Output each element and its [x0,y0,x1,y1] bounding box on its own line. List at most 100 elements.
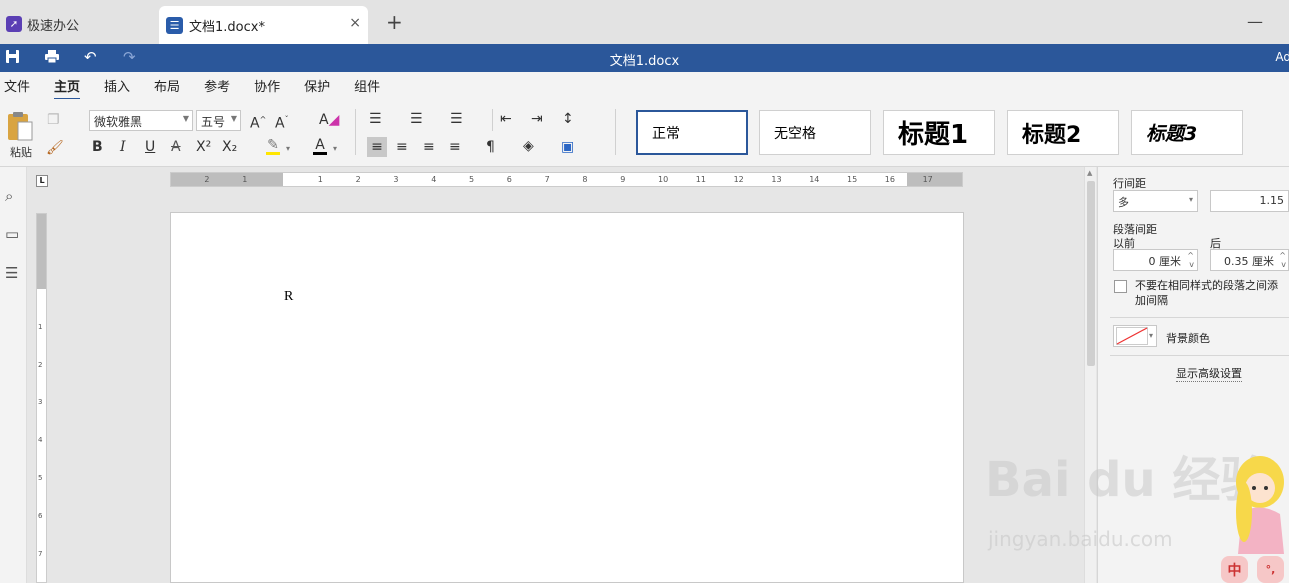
ruler-margin-left [171,173,283,186]
account-label[interactable]: Ad [1275,50,1289,64]
menu-collaborate[interactable]: 协作 [254,72,280,99]
line-spacing-value-field[interactable]: 1.15 [1210,190,1289,212]
menu-home[interactable]: 主页 [54,72,81,100]
tab-app[interactable]: ➚ 极速办公 [0,8,152,40]
divider [1110,355,1289,356]
subscript-button[interactable]: X₂ [222,139,237,155]
strikethrough-button[interactable]: A [171,139,181,155]
menu-references[interactable]: 参考 [204,72,230,99]
superscript-button[interactable]: X² [196,139,211,155]
clear-format-icon[interactable]: A◢ [319,112,339,128]
window-title: 文档1.docx [609,54,680,69]
scrollbar-thumb[interactable] [1087,181,1095,366]
tab-document-label: 文档1.docx* [189,19,265,35]
align-left-icon[interactable]: ≡ [367,137,387,157]
paste-button[interactable] [6,111,34,147]
numbered-list-icon[interactable]: ☰ [410,111,423,127]
ruler-number: 1 [38,322,43,331]
style-heading1[interactable]: 标题1 [883,110,995,155]
tab-app-label: 极速办公 [27,18,80,34]
line-spacing-mode-select[interactable]: 多 ▾ [1113,190,1198,212]
spacing-after-field[interactable]: 0.35 厘米 ^ v [1210,249,1289,271]
spinner-icon[interactable]: ^ v [1187,251,1194,269]
shading-icon[interactable]: ◈ [523,138,534,154]
document-text[interactable]: R [284,289,293,305]
increase-indent-icon[interactable]: ⇥ [531,111,543,127]
underline-button[interactable]: U [145,139,155,155]
ime-punctuation-button[interactable]: °, [1257,556,1284,583]
paragraph-mark-icon[interactable]: ¶ [486,139,495,155]
line-spacing-mode-value: 多 [1118,196,1129,209]
ruler-number: 5 [38,474,43,482]
tab-stop-selector[interactable]: L [36,175,48,187]
chevron-down-icon: ▾ [1188,195,1193,204]
ruler-number: 5 [469,175,475,184]
style-heading2[interactable]: 标题2 [1007,110,1119,155]
align-right-icon[interactable]: ≡ [423,139,435,155]
chevron-down-icon[interactable]: ▾ [286,141,290,157]
ruler-number: 3 [393,175,399,184]
menu-file[interactable]: 文件 [4,72,30,99]
style-no-spacing[interactable]: 无空格 [759,110,871,155]
vertical-scrollbar[interactable]: ▲ [1084,167,1096,583]
ruler-number: 10 [658,175,669,184]
search-icon[interactable]: ⌕ [5,187,13,205]
clipboard-icon [8,112,33,141]
scroll-up-icon[interactable]: ▲ [1087,169,1092,177]
menu-insert[interactable]: 插入 [104,72,130,99]
ruler-number: 6 [38,511,43,520]
menu-protect[interactable]: 保护 [304,72,330,99]
menu-layout[interactable]: 布局 [154,72,180,99]
navigation-icon[interactable]: ☰ [5,264,18,282]
document-icon: ☰ [166,16,183,34]
document-page[interactable]: R [170,212,964,583]
justify-icon[interactable]: ≡ [449,139,461,155]
align-center-icon[interactable]: ≡ [396,139,408,155]
decrease-font-icon[interactable]: Aˇ [275,112,289,132]
multilevel-list-icon[interactable]: ☰ [450,111,463,127]
bullet-list-icon[interactable]: ☰ [369,111,382,127]
background-color-label: 背景颜色 [1166,332,1210,345]
ruler-number: 8 [582,175,588,184]
format-painter-icon[interactable]: 🖌 [46,140,64,156]
paste-label: 粘贴 [10,146,32,159]
spinner-icon[interactable]: ^ v [1279,251,1286,269]
ruler-number: 1 [317,175,323,184]
same-style-checkbox[interactable] [1114,280,1127,293]
highlight-button[interactable]: ✎ [266,137,280,155]
vertical-ruler[interactable]: 1 2 3 4 5 6 7 [36,213,47,583]
style-normal[interactable]: 正常 [636,110,748,155]
tab-document[interactable]: ☰ 文档1.docx* × [159,6,368,44]
font-name-select[interactable]: 微软雅黑 ▼ [89,110,193,131]
copy-icon[interactable]: ❐ [47,112,60,128]
background-color-picker[interactable]: ▾ [1113,325,1157,347]
advanced-settings-link[interactable]: 显示高级设置 [1176,365,1242,382]
font-color-button[interactable]: A [313,137,327,155]
ime-language-button[interactable]: 中 [1221,556,1248,583]
new-tab-button[interactable]: + [386,12,403,32]
italic-button[interactable]: I [120,139,126,155]
mascot-image [1228,452,1289,554]
line-spacing-icon[interactable]: ↕ [562,111,574,127]
menu-plugins[interactable]: 组件 [354,72,380,99]
ruler-number: 7 [38,549,43,558]
close-icon[interactable]: × [349,15,361,31]
increase-font-icon[interactable]: A^ [250,112,266,132]
chevron-down-icon[interactable]: ▾ [333,141,337,157]
font-size-select[interactable]: 五号 ▼ [196,110,241,131]
horizontal-ruler[interactable]: 2 1 1 2 3 4 5 6 7 8 9 10 11 12 13 14 15 16 17 [170,172,963,187]
style-normal-label: 正常 [652,125,680,142]
spacing-before-field[interactable]: 0 厘米 ^ v [1113,249,1198,271]
menu-bar: 文件 主页 插入 布局 参考 协作 保护 组件 [0,72,1289,100]
minimize-button[interactable]: — [1247,12,1263,31]
ruler-number: 9 [620,175,626,184]
comment-icon[interactable]: ▭ [5,225,19,243]
style-heading3[interactable]: 标题3 [1131,110,1243,155]
ruler-number: 15 [847,175,858,184]
ruler-number: 17 [922,175,933,184]
bold-button[interactable]: B [92,139,103,155]
font-size-value: 五号 [201,115,226,129]
baidu-watermark-url: jingyan.baidu.com [988,527,1173,551]
decrease-indent-icon[interactable]: ⇤ [500,111,512,127]
borders-icon[interactable]: ▣ [561,139,574,155]
